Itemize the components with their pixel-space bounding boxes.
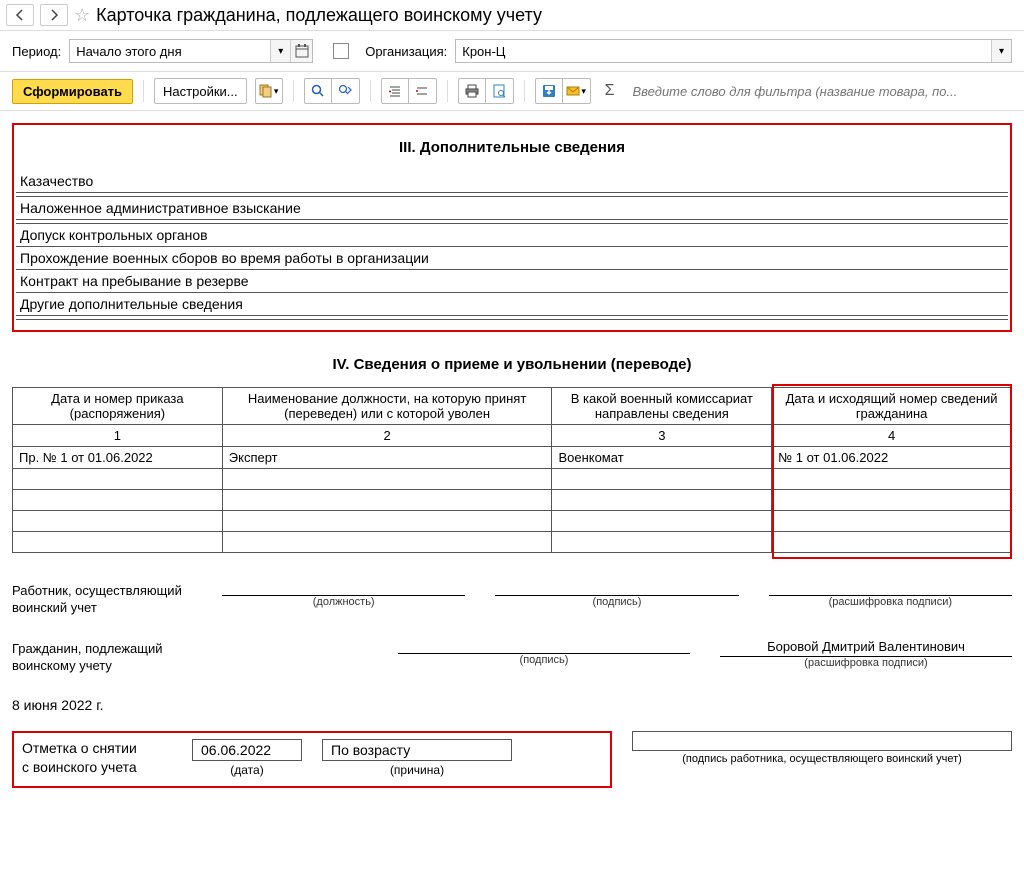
find-button[interactable] [304, 78, 332, 104]
removal-date: 06.06.2022 [192, 739, 302, 761]
section-3-box: III. Дополнительные сведения Казачество … [12, 123, 1012, 332]
period-box: ▾ [69, 39, 313, 63]
removal-block: Отметка о снятиис воинского учета 06.06.… [12, 731, 1012, 788]
collapse-groups-button[interactable] [409, 78, 437, 104]
removal-label: Отметка о снятиис воинского учета [22, 739, 172, 778]
removal-reason: По возрасту [322, 739, 512, 761]
forward-button[interactable] [40, 4, 68, 26]
table-row [13, 532, 1012, 553]
signatures-block: Работник, осуществляющий воинский учет (… [12, 581, 1012, 713]
info-row: Другие дополнительные сведения [16, 293, 1008, 316]
section-3-title: III. Дополнительные сведения [16, 129, 1008, 170]
colnum: 3 [552, 425, 772, 447]
find-next-button[interactable] [332, 78, 360, 104]
page-title: Карточка гражданина, подлежащего воинско… [96, 5, 542, 26]
info-row: Наложенное административное взыскание [16, 197, 1008, 220]
save-button[interactable] [535, 78, 563, 104]
th-outgoing: Дата и исходящий номер сведений граждани… [772, 388, 1012, 425]
th-commissariat: В какой военный комиссариат направлены с… [552, 388, 772, 425]
section-4-title: IV. Сведения о приеме и увольнении (пере… [12, 350, 1012, 387]
org-dropdown-button[interactable]: ▾ [991, 40, 1011, 62]
table-row [13, 490, 1012, 511]
table-row [13, 469, 1012, 490]
table-4-wrap: Дата и номер приказа (распоряжения) Наим… [12, 387, 1012, 553]
org-label: Организация: [365, 44, 447, 59]
send-button[interactable]: ▾ [563, 78, 591, 104]
star-icon[interactable]: ☆ [74, 5, 90, 26]
org-box: ▾ [455, 39, 1012, 63]
document-date: 8 июня 2022 г. [12, 697, 1012, 713]
toolbar: Сформировать Настройки... ▾ ▾ Σ [0, 72, 1024, 111]
back-button[interactable] [6, 4, 34, 26]
hiring-table: Дата и номер приказа (распоряжения) Наим… [12, 387, 1012, 553]
removal-highlight: Отметка о снятиис воинского учета 06.06.… [12, 731, 612, 788]
colnum: 1 [13, 425, 223, 447]
table-row [13, 511, 1012, 532]
org-input[interactable] [456, 40, 991, 62]
controls-row: Период: ▾ Организация: ▾ [0, 30, 1024, 72]
print-preview-button[interactable] [486, 78, 514, 104]
generate-button[interactable]: Сформировать [12, 79, 133, 104]
colnum: 2 [222, 425, 552, 447]
period-calendar-button[interactable] [290, 40, 312, 62]
table-row: Пр. № 1 от 01.06.2022 Эксперт Военкомат … [13, 447, 1012, 469]
period-input[interactable] [70, 42, 270, 61]
info-row: Казачество [16, 170, 1008, 193]
th-position: Наименование должности, на которую приня… [222, 388, 552, 425]
expand-groups-button[interactable] [381, 78, 409, 104]
title-bar: ☆ Карточка гражданина, подлежащего воинс… [0, 0, 1024, 30]
citizen-name: Боровой Дмитрий Валентинович [720, 639, 1012, 657]
print-button[interactable] [458, 78, 486, 104]
worker-label: Работник, осуществляющий воинский учет [12, 581, 222, 617]
sigma-icon[interactable]: Σ [599, 82, 621, 100]
report-content: III. Дополнительные сведения Казачество … [0, 111, 1024, 800]
info-row: Прохождение военных сборов во время рабо… [16, 247, 1008, 270]
org-checkbox[interactable] [333, 43, 349, 59]
period-dropdown-button[interactable]: ▾ [270, 40, 290, 62]
period-label: Период: [12, 44, 61, 59]
th-order: Дата и номер приказа (распоряжения) [13, 388, 223, 425]
info-row: Допуск контрольных органов [16, 224, 1008, 247]
info-row: Контракт на пребывание в резерве [16, 270, 1008, 293]
colnum: 4 [772, 425, 1012, 447]
settings-variants-button[interactable]: ▾ [255, 78, 283, 104]
citizen-label: Гражданин, подлежащий воинскому учету [12, 639, 222, 675]
filter-input[interactable] [629, 80, 1012, 103]
settings-button[interactable]: Настройки... [154, 78, 247, 104]
removal-signature: (подпись работника, осуществляющего воин… [632, 731, 1012, 765]
